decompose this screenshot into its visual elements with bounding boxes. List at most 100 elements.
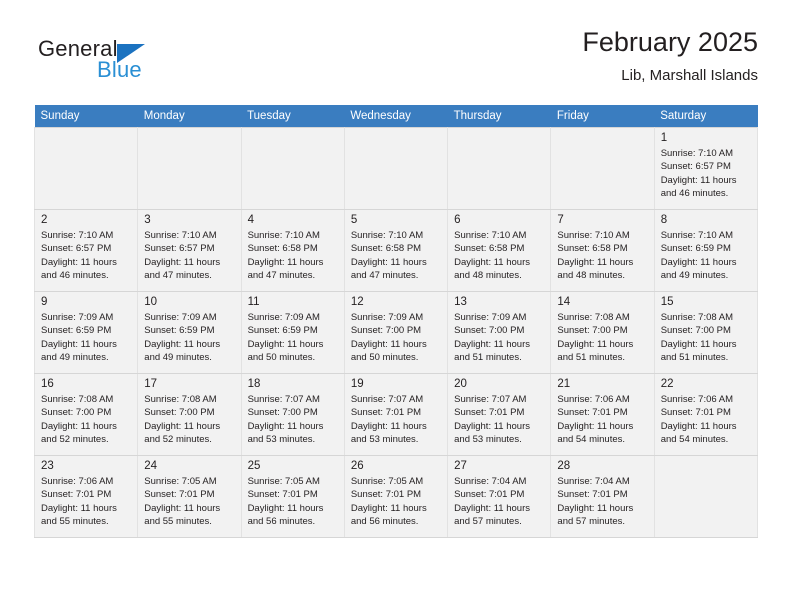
calendar-day-cell[interactable]: 1 Sunrise: 7:10 AM Sunset: 6:57 PM Daylig… — [654, 127, 759, 210]
weekday-header-monday: Monday — [137, 105, 242, 128]
calendar-day-cell[interactable]: 27 Sunrise: 7:04 AM Sunset: 7:01 PM Dayli… — [447, 455, 552, 538]
day-number: 27 — [454, 460, 467, 472]
calendar-day-cell[interactable]: 15 Sunrise: 7:08 AM Sunset: 7:00 PM Dayli… — [654, 291, 759, 374]
day-number: 2 — [41, 214, 48, 226]
calendar-day-cell[interactable]: 7 Sunrise: 7:10 AM Sunset: 6:58 PM Daylig… — [550, 209, 655, 292]
day-sun-info: Sunrise: 7:05 AM Sunset: 7:01 PM Dayligh… — [247, 476, 324, 528]
calendar-day-cell[interactable]: 18 Sunrise: 7:07 AM Sunset: 7:00 PM Dayli… — [241, 373, 345, 456]
calendar-day-cell[interactable]: 16 Sunrise: 7:08 AM Sunset: 7:00 PM Dayli… — [33, 373, 139, 456]
day-number: 16 — [41, 378, 54, 390]
day-number: 22 — [660, 378, 674, 390]
calendar-day-cell[interactable]: 2 Sunrise: 7:10 AM Sunset: 6:57 PM Daylig… — [33, 209, 139, 292]
calendar-cell-empty — [344, 127, 449, 210]
calendar-day-cell[interactable]: 6 Sunrise: 7:10 AM Sunset: 6:58 PM Daylig… — [447, 209, 552, 292]
calendar-day-cell[interactable]: 12 Sunrise: 7:09 AM Sunset: 7:00 PM Dayli… — [344, 291, 449, 374]
day-sun-info: Sunrise: 7:10 AM Sunset: 6:58 PM Dayligh… — [350, 230, 427, 282]
day-sun-info: Sunrise: 7:10 AM Sunset: 6:59 PM Dayligh… — [660, 230, 737, 282]
calendar-day-cell[interactable]: 23 Sunrise: 7:06 AM Sunset: 7:01 PM Dayli… — [33, 455, 139, 538]
day-sun-info: Sunrise: 7:07 AM Sunset: 7:00 PM Dayligh… — [247, 394, 324, 446]
day-number: 8 — [660, 214, 668, 226]
day-number: 14 — [557, 296, 571, 308]
general-blue-logo[interactable]: General Blue — [38, 36, 218, 88]
day-sun-info: Sunrise: 7:06 AM Sunset: 7:01 PM Dayligh… — [660, 394, 737, 446]
day-number: 5 — [350, 214, 358, 226]
calendar-cell-empty — [33, 127, 139, 210]
day-sun-info: Sunrise: 7:08 AM Sunset: 7:00 PM Dayligh… — [557, 312, 634, 364]
day-sun-info: Sunrise: 7:09 AM Sunset: 7:00 PM Dayligh… — [454, 312, 530, 364]
weekday-header-wednesday: Wednesday — [344, 105, 448, 128]
calendar-day-cell[interactable]: 10 Sunrise: 7:09 AM Sunset: 6:59 PM Dayli… — [137, 291, 242, 374]
calendar-day-cell[interactable]: 4 Sunrise: 7:10 AM Sunset: 6:58 PM Daylig… — [241, 209, 345, 292]
day-number: 28 — [557, 460, 571, 472]
calendar-day-cell[interactable]: 14 Sunrise: 7:08 AM Sunset: 7:00 PM Dayli… — [550, 291, 655, 374]
day-number: 25 — [247, 460, 261, 472]
calendar-week-row: 16 Sunrise: 7:08 AM Sunset: 7:00 PM Dayli… — [33, 373, 759, 456]
day-number: 24 — [144, 460, 158, 472]
weekday-header-friday: Friday — [550, 105, 655, 128]
day-number: 3 — [144, 214, 151, 226]
day-number: 10 — [144, 296, 158, 308]
day-number: 13 — [454, 296, 467, 308]
calendar-day-cell[interactable]: 25 Sunrise: 7:05 AM Sunset: 7:01 PM Dayli… — [241, 455, 345, 538]
page-title: February 2025 — [582, 27, 758, 57]
day-sun-info: Sunrise: 7:09 AM Sunset: 6:59 PM Dayligh… — [41, 312, 117, 364]
weekday-header-saturday: Saturday — [654, 105, 758, 128]
day-number: 12 — [350, 296, 364, 308]
calendar-day-cell[interactable]: 19 Sunrise: 7:07 AM Sunset: 7:01 PM Dayli… — [344, 373, 449, 456]
calendar-day-cell[interactable]: 22 Sunrise: 7:06 AM Sunset: 7:01 PM Dayli… — [654, 373, 759, 456]
weekday-header-tuesday: Tuesday — [241, 105, 345, 128]
day-sun-info: Sunrise: 7:10 AM Sunset: 6:58 PM Dayligh… — [454, 230, 530, 282]
day-sun-info: Sunrise: 7:07 AM Sunset: 7:01 PM Dayligh… — [454, 394, 530, 446]
day-number: 21 — [557, 378, 571, 390]
calendar-day-cell[interactable]: 5 Sunrise: 7:10 AM Sunset: 6:58 PM Daylig… — [344, 209, 449, 292]
day-sun-info: Sunrise: 7:05 AM Sunset: 7:01 PM Dayligh… — [350, 476, 427, 528]
logo-text-blue: Blue — [97, 57, 142, 82]
calendar-table: Sunday Monday Tuesday Wednesday Thursday Frid… — [33, 105, 759, 538]
title-block: February 2025 Lib, Marshall Islands — [582, 27, 758, 84]
day-sun-info: Sunrise: 7:09 AM Sunset: 6:59 PM Dayligh… — [247, 312, 324, 364]
day-sun-info: Sunrise: 7:07 AM Sunset: 7:01 PM Dayligh… — [350, 394, 427, 446]
calendar-week-row: 23 Sunrise: 7:06 AM Sunset: 7:01 PM Dayli… — [33, 455, 759, 538]
day-number: 7 — [557, 214, 564, 226]
calendar-day-cell[interactable]: 21 Sunrise: 7:06 AM Sunset: 7:01 PM Dayli… — [550, 373, 655, 456]
day-sun-info: Sunrise: 7:08 AM Sunset: 7:00 PM Dayligh… — [144, 394, 221, 446]
day-number: 26 — [350, 460, 364, 472]
day-sun-info: Sunrise: 7:04 AM Sunset: 7:01 PM Dayligh… — [454, 476, 530, 528]
day-sun-info: Sunrise: 7:06 AM Sunset: 7:01 PM Dayligh… — [557, 394, 634, 446]
calendar-cell-empty — [241, 127, 345, 210]
day-number: 15 — [660, 296, 674, 308]
calendar-body: 1 Sunrise: 7:10 AM Sunset: 6:57 PM Daylig… — [33, 127, 759, 538]
day-number: 1 — [660, 132, 668, 144]
calendar-day-cell[interactable]: 24 Sunrise: 7:05 AM Sunset: 7:01 PM Dayli… — [137, 455, 242, 538]
calendar-day-cell[interactable]: 28 Sunrise: 7:04 AM Sunset: 7:01 PM Dayli… — [550, 455, 655, 538]
day-sun-info: Sunrise: 7:10 AM Sunset: 6:58 PM Dayligh… — [557, 230, 634, 282]
calendar-day-cell[interactable]: 9 Sunrise: 7:09 AM Sunset: 6:59 PM Daylig… — [33, 291, 139, 374]
calendar-day-cell[interactable]: 11 Sunrise: 7:09 AM Sunset: 6:59 PM Dayli… — [241, 291, 345, 374]
calendar-day-cell[interactable]: 8 Sunrise: 7:10 AM Sunset: 6:59 PM Daylig… — [654, 209, 759, 292]
calendar-week-row: 2 Sunrise: 7:10 AM Sunset: 6:57 PM Daylig… — [33, 209, 759, 292]
calendar-day-cell[interactable]: 20 Sunrise: 7:07 AM Sunset: 7:01 PM Dayli… — [447, 373, 552, 456]
day-number: 4 — [247, 214, 254, 226]
calendar-week-row: 9 Sunrise: 7:09 AM Sunset: 6:59 PM Daylig… — [33, 291, 759, 374]
weekday-header-sunday: Sunday — [34, 105, 138, 128]
day-sun-info: Sunrise: 7:05 AM Sunset: 7:01 PM Dayligh… — [144, 476, 221, 528]
day-number: 9 — [41, 296, 48, 308]
page-subtitle: Lib, Marshall Islands — [621, 66, 758, 84]
calendar-day-cell[interactable]: 26 Sunrise: 7:05 AM Sunset: 7:01 PM Dayli… — [344, 455, 449, 538]
day-sun-info: Sunrise: 7:06 AM Sunset: 7:01 PM Dayligh… — [41, 476, 117, 528]
day-number: 18 — [247, 378, 261, 390]
calendar-day-cell[interactable]: 3 Sunrise: 7:10 AM Sunset: 6:57 PM Daylig… — [137, 209, 242, 292]
calendar-cell-empty — [137, 127, 242, 210]
day-number: 11 — [247, 296, 260, 308]
day-sun-info: Sunrise: 7:10 AM Sunset: 6:57 PM Dayligh… — [144, 230, 221, 282]
calendar-day-cell[interactable]: 13 Sunrise: 7:09 AM Sunset: 7:00 PM Dayli… — [447, 291, 552, 374]
weekday-header-thursday: Thursday — [447, 105, 551, 128]
calendar-cell-empty — [447, 127, 552, 210]
calendar-cell-empty — [550, 127, 655, 210]
calendar-header-row: Sunday Monday Tuesday Wednesday Thursday Frid… — [34, 105, 758, 128]
day-sun-info: Sunrise: 7:10 AM Sunset: 6:57 PM Dayligh… — [660, 148, 737, 200]
day-sun-info: Sunrise: 7:09 AM Sunset: 6:59 PM Dayligh… — [144, 312, 221, 364]
day-number: 6 — [454, 214, 461, 226]
calendar-day-cell[interactable]: 17 Sunrise: 7:08 AM Sunset: 7:00 PM Dayli… — [137, 373, 242, 456]
day-number: 17 — [144, 378, 158, 390]
